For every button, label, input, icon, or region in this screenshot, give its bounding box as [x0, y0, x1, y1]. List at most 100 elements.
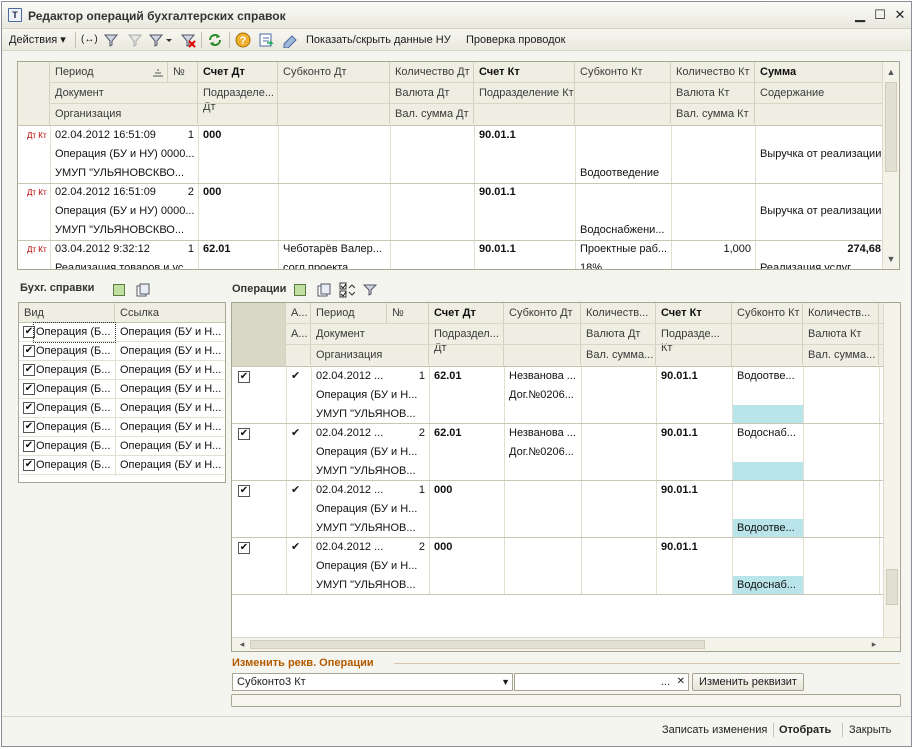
op-col-subkonto-dt[interactable]: Субконто Дт — [504, 303, 581, 323]
filter-icon[interactable] — [103, 32, 119, 48]
op-col-a2[interactable]: А... — [286, 324, 311, 344]
maximize-icon[interactable]: ☐ — [872, 7, 888, 23]
row-checkbox[interactable]: ✔ — [238, 485, 250, 497]
scroll-left-icon[interactable]: ◂ — [234, 637, 250, 651]
op-col-kol-kt[interactable]: Количеств... — [803, 303, 879, 323]
table-row[interactable]: Дт Кт 02.04.2012 16:51:09 1 000 90.01.1 … — [18, 126, 885, 183]
col-document[interactable]: Документ — [50, 83, 198, 103]
clear-icon[interactable]: ✕ — [677, 674, 685, 690]
hscroll-thumb[interactable] — [250, 640, 705, 649]
col-schet-kt[interactable]: Счет Кт — [474, 62, 575, 82]
op-col-valuta-kt[interactable]: Валюта Кт — [803, 324, 879, 344]
refresh-operations-icon[interactable] — [294, 284, 306, 296]
filter-disabled-icon[interactable] — [127, 32, 143, 48]
table-row[interactable]: ✔ ✔ 02.04.2012 ... 2 62.01 90.01.1 Операция (Б… — [232, 424, 886, 481]
col-vid[interactable]: Вид — [19, 303, 115, 323]
op-col-val-summa-kt[interactable]: Вал. сумма... — [803, 345, 879, 365]
refresh-list-icon[interactable] — [113, 284, 125, 296]
col-org[interactable]: Организация — [50, 104, 198, 124]
col-soderzhanie[interactable]: Содержание — [755, 83, 885, 103]
col-subkonto-kt[interactable]: Субконто Кт — [575, 62, 671, 82]
col-num[interactable]: № — [168, 62, 198, 82]
table-row[interactable]: ✔ ✔ 02.04.2012 ... 1 000 90.01.1 Операция (БУ … — [232, 481, 886, 538]
table-row[interactable]: ✔ ✔ 02.04.2012 ... 2 000 90.01.1 Операция (БУ … — [232, 538, 886, 595]
op-col-val-summa-dt[interactable]: Вал. сумма... — [581, 345, 656, 365]
operations-vscroll[interactable] — [883, 303, 900, 651]
select-all-icon[interactable] — [339, 282, 356, 298]
row-checkbox[interactable]: ✔ — [238, 542, 250, 554]
table-row[interactable]: ✔ ✔ 02.04.2012 ... 1 62.01 90.01.1 Операция (Б… — [232, 367, 886, 424]
close-button[interactable]: Закрыть — [849, 724, 891, 736]
clear-filter-icon[interactable] — [180, 32, 196, 48]
actions-menu[interactable]: Действия ▾ — [9, 32, 66, 48]
select-button[interactable]: Отобрать — [779, 724, 831, 736]
scroll-thumb[interactable] — [885, 82, 897, 172]
browse-button[interactable]: ... — [661, 674, 670, 690]
chevron-down-icon[interactable]: ▼ — [501, 674, 510, 690]
list-item[interactable]: ✔ Операция (Б... Операция (БУ и Н... — [19, 437, 225, 456]
col-schet-dt[interactable]: Счет Дт — [198, 62, 278, 82]
op-col-a1[interactable]: А... — [286, 303, 311, 323]
col-kol-dt[interactable]: Количество Дт — [390, 62, 474, 82]
postings-vscroll[interactable]: ▲ ▼ — [882, 62, 899, 269]
col-valuta-kt[interactable]: Валюта Кт — [671, 83, 755, 103]
save-changes-button[interactable]: Записать изменения — [662, 724, 767, 736]
refresh-icon[interactable] — [207, 32, 223, 48]
list-item[interactable]: ✔ Операция (Б... Операция (БУ и Н... — [19, 361, 225, 380]
scroll-right-icon[interactable]: ▸ — [866, 637, 882, 651]
toggle-dtkt-icon[interactable]: (↔) — [81, 32, 98, 48]
op-col-document[interactable]: Документ — [311, 324, 429, 344]
col-podr-kt[interactable]: Подразделение Кт — [474, 83, 575, 125]
list-item[interactable]: ✔ Операция (Б... Операция (БУ и Н... — [19, 380, 225, 399]
list-item[interactable]: ✔ Операция (Б... Операция (БУ и Н... — [19, 322, 225, 343]
op-col-schet-kt[interactable]: Счет Кт — [656, 303, 732, 323]
op-col-kol-dt[interactable]: Количеств... — [581, 303, 656, 323]
help-icon[interactable]: ? — [235, 32, 251, 48]
col-val-summa-kt[interactable]: Вал. сумма Кт — [671, 104, 755, 124]
col-ssylka[interactable]: Ссылка — [115, 303, 225, 323]
col-valuta-dt[interactable]: Валюта Дт — [390, 83, 474, 103]
copy-operations-icon[interactable] — [317, 283, 331, 297]
row-checkbox[interactable]: ✔ — [238, 428, 250, 440]
op-col-schet-dt[interactable]: Счет Дт — [429, 303, 504, 323]
op-col-num[interactable]: № — [387, 303, 429, 323]
col-val-summa-dt[interactable]: Вал. сумма Дт — [390, 104, 474, 124]
op-col-org[interactable]: Организация — [311, 345, 429, 365]
filter-operations-icon[interactable] — [362, 283, 378, 297]
requisite-select[interactable]: Субконто3 Кт ▼ — [232, 673, 513, 691]
col-summa[interactable]: Сумма — [755, 62, 885, 82]
op-col-subkonto-kt[interactable]: Субконто Кт — [732, 303, 803, 323]
list-item[interactable]: ✔ Операция (Б... Операция (БУ и Н... — [19, 456, 225, 475]
show-hide-icon[interactable] — [282, 32, 298, 49]
row-checkbox[interactable]: ✔ — [238, 371, 250, 383]
scroll-up-icon[interactable]: ▲ — [883, 64, 899, 80]
filter-dropdown-icon[interactable] — [148, 32, 174, 48]
op-col-period[interactable]: Период — [311, 303, 387, 323]
scroll-down-icon[interactable]: ▼ — [883, 251, 899, 267]
show-hide-nu-button[interactable]: Показать/скрыть данные НУ — [306, 32, 451, 48]
list-item[interactable]: ✔ Операция (Б... Операция (БУ и Н... — [19, 399, 225, 418]
copy-icon[interactable] — [136, 283, 150, 297]
op-col-podr-kt[interactable]: Подразде... Кт — [656, 324, 732, 366]
change-requisite-button[interactable]: Изменить реквизит — [692, 673, 804, 691]
operations-hscroll[interactable]: ◂ ▸ — [232, 637, 900, 651]
sort-ascending-icon[interactable] — [151, 66, 165, 80]
export-icon[interactable] — [258, 32, 274, 48]
requisite-value-field[interactable]: ... ✕ — [514, 673, 689, 691]
op-col-podr-dt[interactable]: Подраздел... Дт — [429, 324, 504, 366]
buh-spravki-list[interactable]: Вид Ссылка ✔ Операция (Б... Операция (БУ и… — [18, 302, 226, 483]
minimize-icon[interactable]: ▁ — [852, 7, 868, 23]
col-podr-dt[interactable]: Подразделе... Дт — [198, 83, 278, 125]
list-item[interactable]: ✔ Операция (Б... Операция (БУ и Н... — [19, 418, 225, 437]
list-item[interactable]: ✔ Операция (Б... Операция (БУ и Н... — [19, 342, 225, 361]
table-row[interactable]: Дт Кт 02.04.2012 16:51:09 2 000 90.01.1 … — [18, 183, 885, 240]
col-subkonto-dt[interactable]: Субконто Дт — [278, 62, 390, 82]
postings-grid[interactable]: Период № Счет Дт Субконто Дт Количество … — [17, 61, 900, 270]
scroll-thumb[interactable] — [886, 569, 898, 605]
close-icon[interactable]: ✕ — [892, 7, 908, 23]
table-row[interactable]: Дт Кт 03.04.2012 9:32:12 1 62.01 Чеботар… — [18, 240, 885, 269]
col-kol-kt[interactable]: Количество Кт — [671, 62, 755, 82]
check-postings-button[interactable]: Проверка проводок — [466, 32, 565, 48]
operations-grid[interactable]: А... Период № Счет Дт Субконто Дт Количе… — [231, 302, 901, 652]
op-col-valuta-dt[interactable]: Валюта Дт — [581, 324, 656, 344]
